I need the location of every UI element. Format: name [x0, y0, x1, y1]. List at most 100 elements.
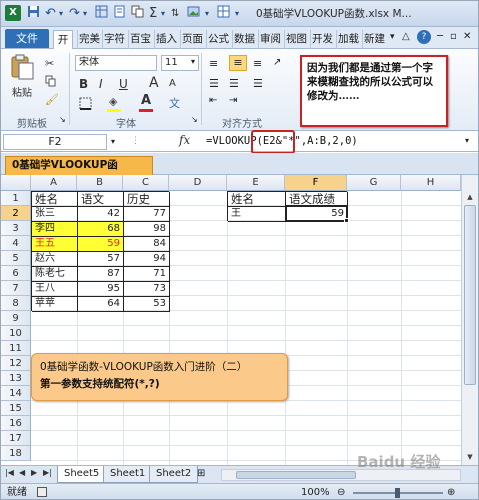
workbook-minimize-icon[interactable]: ─ — [437, 31, 443, 42]
tab-dropdown-icon[interactable]: ▾ — [390, 32, 395, 42]
lookup-cell-score[interactable]: 59 — [286, 207, 348, 222]
row-header[interactable]: 6 — [1, 266, 31, 281]
sheet-tab-sheet1[interactable]: Sheet1 — [103, 466, 153, 483]
copy-ribbon-icon[interactable] — [45, 75, 57, 90]
customize-qa-icon[interactable]: ▾ — [205, 5, 209, 22]
table-cell-name[interactable]: 王五 — [32, 237, 78, 252]
macro-record-icon[interactable] — [37, 487, 47, 497]
workbook-restore-icon[interactable]: ▫ — [450, 31, 457, 42]
table-cell-name[interactable]: 赵六 — [32, 252, 78, 267]
help-icon[interactable]: ? — [417, 30, 431, 44]
grow-font-button[interactable]: A — [149, 75, 159, 91]
row-header[interactable]: 1 — [1, 191, 31, 206]
phonetic-icon[interactable]: 文 — [169, 95, 180, 111]
tab-wanmei[interactable]: 完美 — [77, 30, 101, 49]
column-header-f[interactable]: F — [285, 175, 347, 191]
row-header[interactable]: 8 — [1, 296, 31, 311]
table-cell-history[interactable]: 71 — [124, 267, 170, 282]
table-cell-name[interactable]: 王八 — [32, 282, 78, 297]
row-header[interactable]: 12 — [1, 356, 31, 371]
tab-insert[interactable]: 插入 — [154, 30, 178, 49]
table-cell-chinese[interactable]: 42 — [78, 207, 124, 222]
tab-formula[interactable]: 公式 — [206, 30, 230, 49]
table-cell-chinese[interactable]: 95 — [78, 282, 124, 297]
table-cell-name[interactable]: 陈老七 — [32, 267, 78, 282]
tab-review[interactable]: 审阅 — [258, 30, 282, 49]
row-header[interactable]: 16 — [1, 416, 31, 431]
lookup-cell-name[interactable]: 王 — [228, 207, 286, 222]
align-left-icon[interactable]: ☰ — [209, 77, 219, 90]
paste-button[interactable]: 粘贴 — [7, 53, 37, 99]
sum-dropdown-icon[interactable]: ▾ — [161, 5, 165, 22]
table-cell-history[interactable]: 73 — [124, 282, 170, 297]
quick-access-end-dropdown-icon[interactable]: ▾ — [235, 5, 239, 22]
column-header-d[interactable]: D — [169, 175, 227, 191]
font-launcher-icon[interactable]: ↘ — [191, 115, 198, 124]
table-cell-history[interactable]: 77 — [124, 207, 170, 222]
column-header-a[interactable]: A — [31, 175, 77, 191]
horizontal-scroll-thumb[interactable] — [236, 471, 356, 479]
table-cell-history[interactable]: 98 — [124, 222, 170, 237]
table-cell-name[interactable]: 张三 — [32, 207, 78, 222]
print-preview-icon[interactable] — [113, 5, 126, 22]
clipboard-launcher-icon[interactable]: ↘ — [59, 115, 66, 124]
row-header[interactable]: 2 — [1, 206, 31, 221]
zoom-out-icon[interactable]: ⊖ — [337, 484, 345, 499]
row-header[interactable]: 9 — [1, 311, 31, 326]
row-header[interactable]: 15 — [1, 401, 31, 416]
grid-icon[interactable] — [217, 5, 230, 22]
image-icon[interactable] — [187, 5, 200, 22]
row-header[interactable]: 13 — [1, 371, 31, 386]
row-header[interactable]: 11 — [1, 341, 31, 356]
column-header-h[interactable]: H — [401, 175, 461, 191]
row-header[interactable]: 3 — [1, 221, 31, 236]
table-cell-history[interactable]: 84 — [124, 237, 170, 252]
next-sheet-icon[interactable]: ▶ — [31, 468, 37, 477]
first-sheet-icon[interactable]: |◀ — [5, 468, 14, 477]
zoom-slider-thumb[interactable] — [395, 488, 400, 498]
row-header[interactable]: 17 — [1, 431, 31, 446]
sheet-tab-sheet2[interactable]: Sheet2 — [149, 466, 199, 483]
font-size-dropdown-icon[interactable]: ▾ — [191, 57, 195, 66]
column-header-b[interactable]: B — [77, 175, 123, 191]
shrink-font-button[interactable]: A — [169, 78, 176, 89]
lookup-header-name[interactable]: 姓名 — [228, 192, 286, 207]
last-sheet-icon[interactable]: ▶| — [43, 468, 52, 477]
table-cell-chinese[interactable]: 64 — [78, 297, 124, 312]
row-header[interactable]: 18 — [1, 446, 31, 461]
sort-icon[interactable]: ⇅ — [171, 5, 179, 22]
workbook-close-icon[interactable]: ✕ — [463, 31, 471, 42]
tab-data[interactable]: 数据 — [232, 30, 256, 49]
underline-button[interactable]: U — [119, 77, 128, 91]
font-color-button[interactable]: A — [141, 93, 151, 108]
document-tab[interactable]: 0基础学VLOOKUP函数.xlsx — [5, 156, 153, 188]
table-header-chinese[interactable]: 语文 — [78, 192, 124, 207]
fill-handle[interactable] — [344, 218, 349, 223]
align-bottom-icon[interactable]: ≡ — [253, 57, 262, 70]
row-header[interactable]: 4 — [1, 236, 31, 251]
formula-bar-expand-icon[interactable]: ▾ — [465, 136, 469, 145]
save-icon[interactable] — [27, 5, 41, 22]
name-box[interactable]: F2 — [3, 134, 107, 150]
undo-icon[interactable]: ↶ — [45, 5, 56, 22]
align-right-icon[interactable]: ☰ — [253, 77, 263, 90]
table-cell-chinese[interactable]: 87 — [78, 267, 124, 282]
quick-access-dropdown-icon[interactable]: ▾ — [59, 5, 63, 22]
redo-icon[interactable]: ↷ — [69, 5, 80, 22]
italic-button[interactable]: I — [99, 77, 103, 91]
row-header[interactable]: 7 — [1, 281, 31, 296]
decrease-indent-icon[interactable]: ⇤ — [209, 95, 217, 106]
table-cell-chinese[interactable]: 57 — [78, 252, 124, 267]
cut-icon[interactable]: ✂ — [45, 57, 54, 70]
prev-sheet-icon[interactable]: ◀ — [19, 468, 25, 477]
format-painter-icon[interactable]: 🖌 — [45, 93, 59, 106]
table-cell-name[interactable]: 李四 — [32, 222, 78, 237]
vertical-scrollbar[interactable]: ▲ ▼ — [461, 175, 478, 465]
row-header[interactable]: 5 — [1, 251, 31, 266]
tab-new[interactable]: 新建 — [362, 30, 386, 49]
select-all-corner[interactable] — [1, 175, 31, 191]
quick-access-more-icon[interactable]: ▾ — [83, 5, 87, 22]
tab-page[interactable]: 页面 — [180, 30, 204, 49]
table-cell-chinese[interactable]: 59 — [78, 237, 124, 252]
table-cell-chinese[interactable]: 68 — [78, 222, 124, 237]
